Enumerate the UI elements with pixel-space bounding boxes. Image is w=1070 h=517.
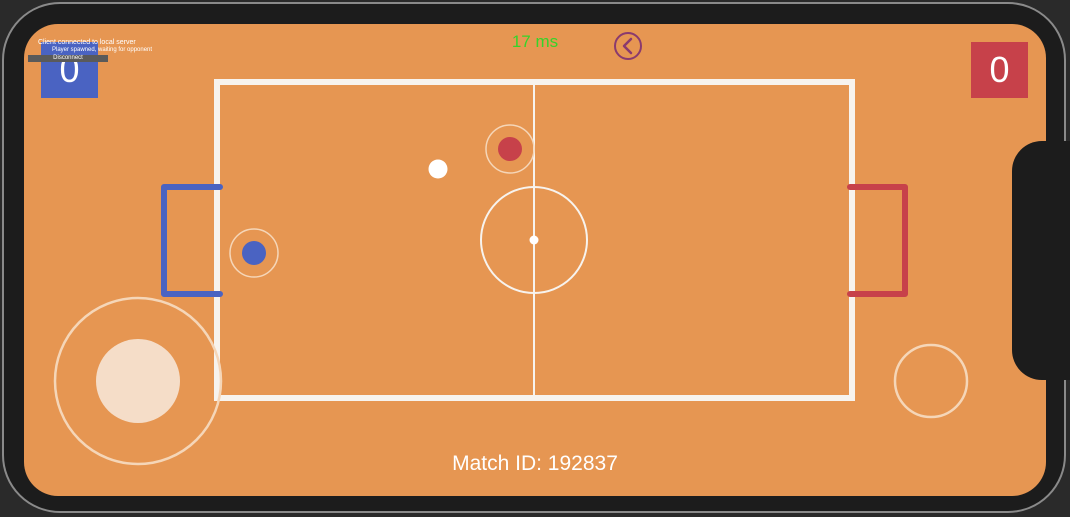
blue-goal — [161, 184, 223, 297]
debug-log-line: Player spawned, waiting for opponent — [52, 47, 153, 53]
match-id-label: Match ID: 192837 — [452, 452, 618, 475]
kick-button — [893, 343, 969, 419]
center-spot — [529, 235, 539, 245]
red-score: 0 — [971, 42, 1028, 98]
red-goal — [847, 184, 908, 297]
debug-disconnect-button[interactable]: Disconnect — [28, 55, 108, 62]
back-button[interactable] — [613, 31, 643, 61]
joystick-knob — [96, 339, 180, 423]
blue-player — [242, 241, 266, 265]
red-player — [498, 137, 522, 161]
ball — [428, 159, 448, 179]
chevron-left-circle-icon — [614, 32, 642, 60]
game-field-layer — [53, 79, 969, 466]
ping-display: 17 ms — [511, 32, 559, 51]
